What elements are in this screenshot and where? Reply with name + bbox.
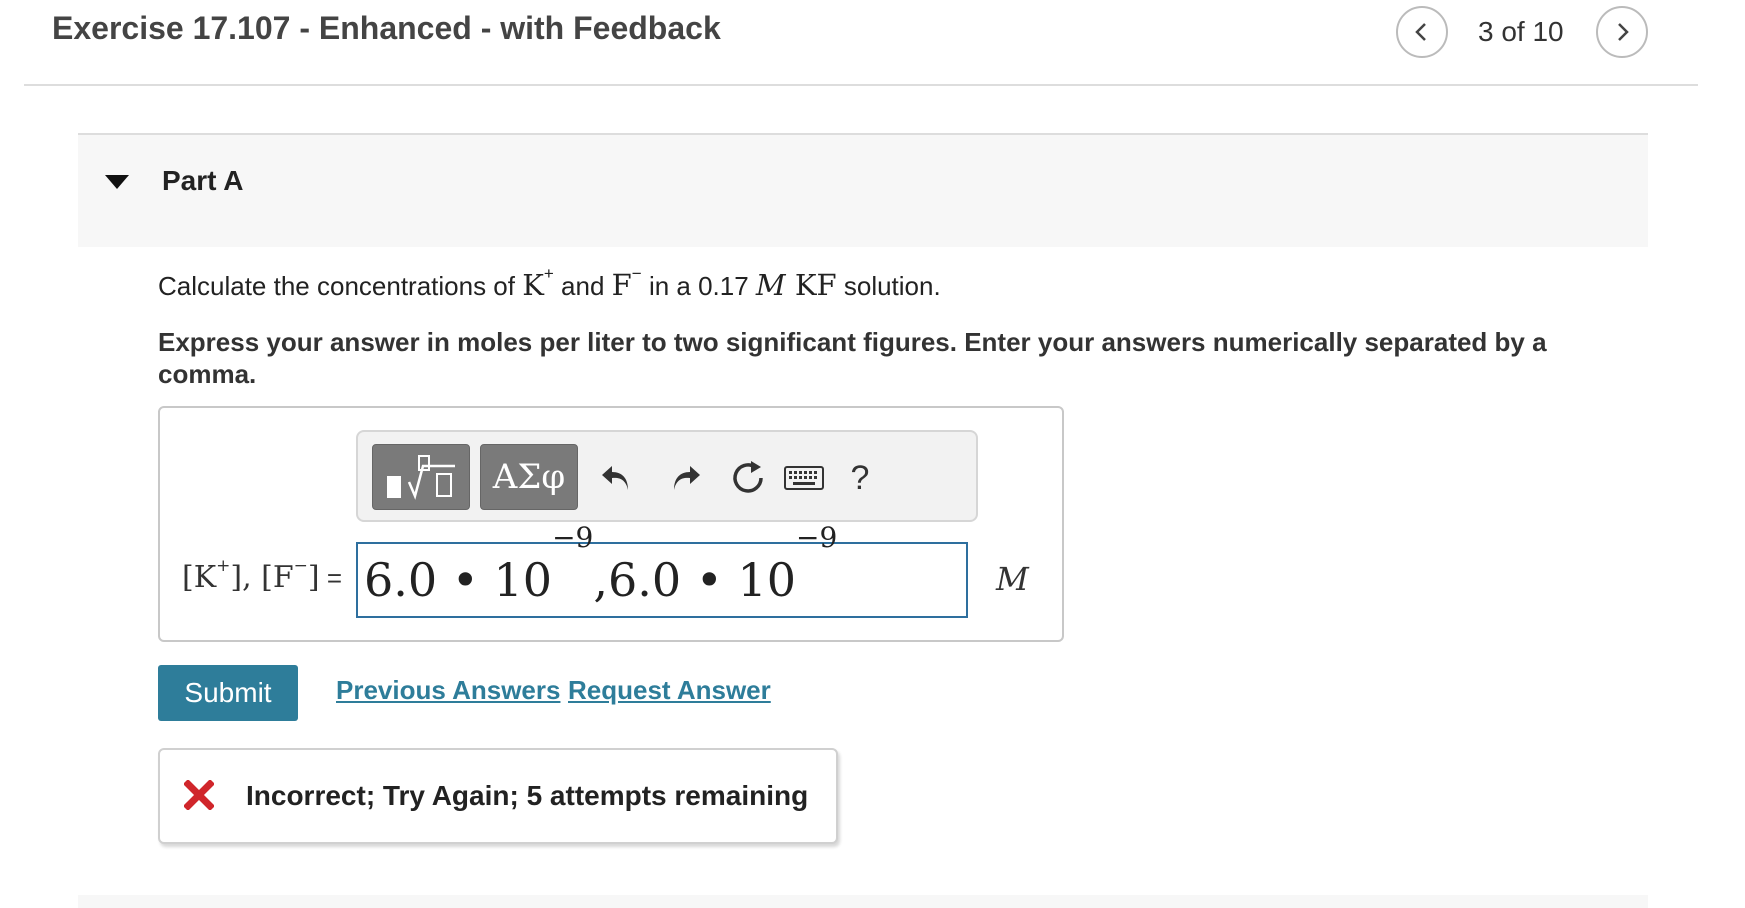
collapse-caret-icon[interactable]	[105, 175, 129, 189]
previous-answers-link[interactable]: Previous Answers	[336, 675, 560, 706]
submit-button[interactable]: Submit	[158, 665, 298, 721]
answer-exponent-2: −9	[796, 521, 838, 554]
exercise-counter: 3 of 10	[1478, 16, 1564, 47]
ion-potassium: K	[522, 268, 544, 302]
reset-icon	[733, 461, 763, 493]
reset-button[interactable]	[726, 456, 770, 500]
feedback-message: Incorrect; Try Again; 5 attempts remaini…	[246, 780, 809, 811]
answer-panel: ΑΣφ ? [K+], [F−] = 6.0 • 10−9,6.0 • 10−9…	[158, 406, 1064, 642]
answer-label-f-charge: −	[293, 556, 308, 576]
answer-label: [K+], [F−] =	[182, 556, 343, 595]
molarity-unit: M	[755, 268, 786, 302]
next-part-header	[78, 895, 1648, 908]
undo-button[interactable]	[594, 456, 638, 500]
keyboard-icon	[784, 466, 824, 490]
part-a-header[interactable]: Part A	[78, 133, 1648, 247]
answer-label-sep: ], [F	[230, 560, 294, 595]
header-divider	[24, 84, 1698, 86]
answer-value-1: 6.0 • 10	[364, 553, 553, 607]
templates-icon	[387, 455, 455, 500]
answer-label-close: ]	[307, 560, 320, 595]
answer-label-equals: =	[319, 563, 343, 593]
templates-button[interactable]	[372, 444, 470, 510]
answer-label-k-charge: +	[216, 556, 231, 576]
previous-exercise-button[interactable]	[1396, 6, 1448, 58]
question-conj: and	[553, 271, 612, 301]
answer-input[interactable]: 6.0 • 10−9,6.0 • 10−9	[356, 524, 968, 618]
redo-button[interactable]	[664, 456, 708, 500]
ion-fluoride-charge: −	[631, 264, 642, 283]
redo-icon	[674, 466, 700, 490]
answer-exponent-1: −9	[552, 521, 594, 554]
question-text: Calculate the concentrations of K+ and F…	[158, 264, 941, 302]
keyboard-button[interactable]	[776, 456, 832, 500]
chevron-left-icon	[1415, 23, 1426, 41]
math-toolbar: ΑΣφ ?	[356, 430, 978, 522]
compound-formula: KF	[785, 268, 837, 302]
symbols-button[interactable]: ΑΣφ	[480, 444, 578, 510]
question-mid: in a 0.17	[641, 271, 756, 301]
question-prefix: Calculate the concentrations of	[158, 271, 523, 301]
error-x-icon	[184, 780, 214, 810]
next-exercise-button[interactable]	[1596, 6, 1648, 58]
chevron-right-icon	[1618, 23, 1629, 41]
undo-icon	[602, 466, 628, 490]
answer-unit: M	[996, 560, 1029, 598]
ion-potassium-charge: +	[543, 264, 554, 283]
request-answer-link[interactable]: Request Answer	[568, 675, 771, 706]
exercise-title: Exercise 17.107 - Enhanced - with Feedba…	[52, 10, 721, 46]
help-button[interactable]: ?	[838, 456, 882, 500]
feedback-box: Incorrect; Try Again; 5 attempts remaini…	[158, 748, 838, 844]
instruction-text: Express your answer in moles per liter t…	[158, 327, 1547, 389]
part-label: Part A	[162, 165, 244, 196]
question-suffix: solution.	[836, 271, 941, 301]
ion-fluoride: F	[611, 268, 632, 302]
answer-label-k: [K	[182, 560, 217, 595]
answer-value-2: ,6.0 • 10	[593, 553, 797, 607]
